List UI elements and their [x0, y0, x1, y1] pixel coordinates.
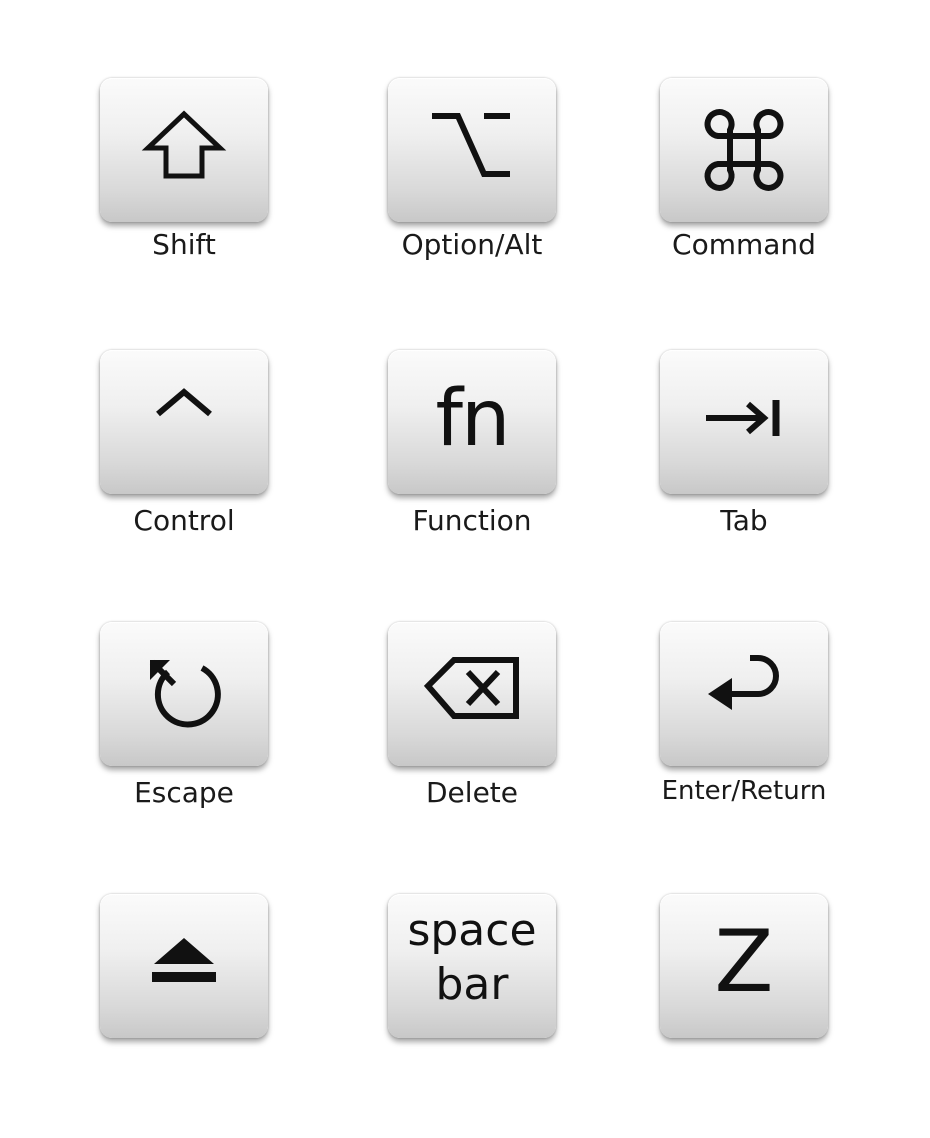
z-glyph: Z: [714, 912, 774, 1012]
command-key[interactable]: [660, 78, 828, 222]
caret-up-icon: [156, 388, 212, 417]
delete-icon: [423, 657, 519, 719]
fn-glyph: fn: [435, 374, 511, 464]
control-key[interactable]: [100, 350, 268, 494]
option-key[interactable]: [388, 78, 556, 222]
delete-key[interactable]: [388, 622, 556, 766]
escape-label: Escape: [134, 776, 234, 809]
shift-arrow-icon: [141, 110, 227, 179]
z-key[interactable]: Z: [660, 894, 828, 1038]
enter-key[interactable]: [660, 622, 828, 766]
escape-key[interactable]: [100, 622, 268, 766]
return-icon: [708, 655, 779, 710]
delete-label: Delete: [426, 776, 518, 809]
space-bar-key[interactable]: space bar: [388, 894, 556, 1038]
space-glyph-line1: space: [407, 905, 537, 956]
space-glyph-line2: bar: [435, 959, 509, 1010]
eject-key[interactable]: [100, 894, 268, 1038]
option-label: Option/Alt: [401, 228, 543, 261]
escape-icon: [149, 659, 221, 728]
eject-icon: [152, 938, 216, 982]
option-icon: [432, 113, 510, 177]
control-label: Control: [133, 504, 235, 537]
command-label: Command: [672, 228, 816, 261]
command-icon: [704, 109, 784, 191]
tab-arrow-icon: [706, 400, 780, 436]
tab-key[interactable]: [660, 350, 828, 494]
bottom-crop: [0, 1050, 930, 1138]
function-label: Function: [412, 504, 532, 537]
tab-label: Tab: [720, 504, 768, 537]
enter-label: Enter/Return: [661, 776, 827, 806]
shift-key[interactable]: [100, 78, 268, 222]
function-key[interactable]: fn: [388, 350, 556, 494]
shift-label: Shift: [152, 228, 216, 261]
